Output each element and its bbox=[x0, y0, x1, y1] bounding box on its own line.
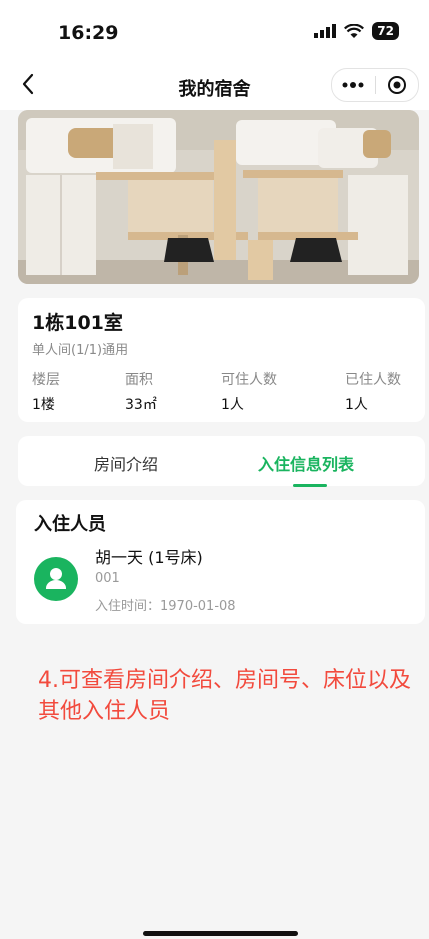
room-info-card: 1栋101室 单人间(1/1)通用 楼层 1楼 面积 33㎡ 可住人数 1人 已… bbox=[18, 298, 425, 422]
active-tab-indicator bbox=[293, 484, 327, 487]
wifi-icon bbox=[344, 23, 365, 38]
status-icons: 72 bbox=[314, 22, 399, 40]
residents-card: 入住人员 胡一天 (1号床) 001 入住时间：1970-01-08 bbox=[16, 500, 425, 624]
mini-program-capsule bbox=[331, 68, 419, 102]
stat-value-capacity: 1人 bbox=[221, 397, 244, 413]
nav-bar: 我的宿舍 bbox=[0, 64, 429, 110]
target-close-icon bbox=[387, 76, 406, 94]
resident-name[interactable]: 胡一天 (1号床) bbox=[95, 544, 203, 568]
stat-label-occupied: 已住人数 bbox=[345, 372, 401, 388]
close-button[interactable] bbox=[376, 69, 419, 101]
stat-label-floor: 楼层 bbox=[32, 372, 60, 388]
resident-id: 001 bbox=[95, 571, 120, 586]
resident-checkin-time: 入住时间：1970-01-08 bbox=[95, 599, 236, 614]
status-time: 16:29 bbox=[58, 22, 119, 44]
avatar bbox=[34, 557, 78, 601]
room-name: 1栋101室 bbox=[32, 312, 123, 334]
more-button[interactable] bbox=[332, 69, 375, 101]
home-indicator bbox=[143, 931, 298, 936]
stat-value-occupied: 1人 bbox=[345, 397, 368, 413]
battery-icon: 72 bbox=[372, 22, 399, 40]
person-icon bbox=[46, 568, 66, 589]
more-dots-icon bbox=[342, 82, 364, 88]
stat-value-floor: 1楼 bbox=[32, 397, 55, 413]
stat-value-area: 33㎡ bbox=[125, 397, 157, 413]
tab-bar: 房间介绍 入住信息列表 bbox=[18, 436, 425, 486]
stat-label-capacity: 可住人数 bbox=[221, 372, 277, 388]
tab-checkin-list[interactable]: 入住信息列表 bbox=[258, 451, 354, 475]
annotation-note: 4.可查看房间介绍、房间号、床位以及其他入住人员 bbox=[38, 668, 411, 724]
room-photo bbox=[18, 110, 419, 284]
stat-label-area: 面积 bbox=[125, 372, 153, 388]
room-type: 单人间(1/1)通用 bbox=[32, 343, 129, 358]
residents-title: 入住人员 bbox=[34, 514, 106, 535]
tab-room-intro[interactable]: 房间介绍 bbox=[94, 451, 158, 475]
status-bar: 16:29 72 bbox=[0, 0, 429, 64]
signal-icon bbox=[314, 24, 337, 38]
